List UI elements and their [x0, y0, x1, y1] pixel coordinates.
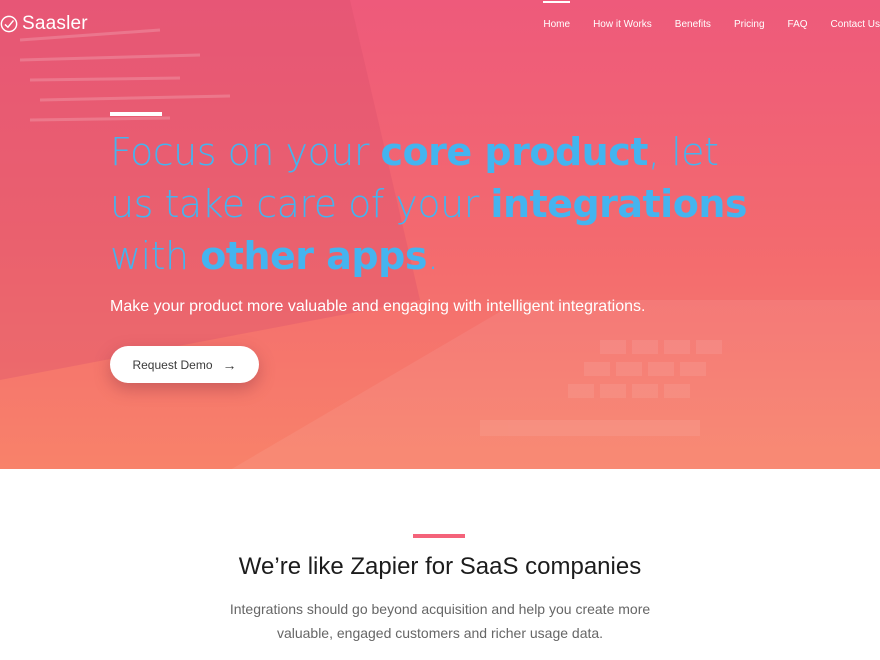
headline-emphasis-integrations: integrations [490, 182, 747, 226]
headline-emphasis-other-apps: other apps [200, 234, 427, 278]
nav-item-benefits[interactable]: Benefits [675, 19, 711, 30]
about-section: We’re like Zapier for SaaS companies Int… [0, 469, 880, 660]
arrow-right-icon: → [222, 356, 237, 373]
hero-accent-rule [110, 112, 162, 116]
hero-headline: Focus on your core product, let us take … [110, 126, 770, 282]
nav-item-contact-us[interactable]: Contact Us [831, 19, 880, 30]
section-accent-rule [413, 534, 465, 538]
brand-name: Saasler [22, 13, 88, 34]
nav-item-how-it-works[interactable]: How it Works [593, 19, 652, 30]
top-navigation: Saasler Home How it Works Benefits Prici… [0, 0, 880, 48]
hero-subtitle: Make your product more valuable and enga… [110, 298, 646, 315]
headline-emphasis-core-product: core product [380, 130, 649, 174]
request-demo-label: Request Demo [132, 357, 213, 372]
section-title: We’re like Zapier for SaaS companies [238, 553, 642, 580]
headline-part: with [110, 234, 201, 278]
nav-menu: Home How it Works Benefits Pricing FAQ C… [520, 0, 880, 48]
nav-item-faq[interactable]: FAQ [788, 19, 808, 30]
check-circle-icon [0, 15, 18, 33]
headline-part: Focus on your [110, 130, 381, 174]
nav-item-home[interactable]: Home [543, 0, 570, 30]
request-demo-button[interactable]: Request Demo → [110, 346, 259, 383]
nav-item-pricing[interactable]: Pricing [734, 19, 765, 30]
headline-part: . [426, 234, 439, 278]
hero-section: Saasler Home How it Works Benefits Prici… [0, 0, 880, 469]
brand-logo[interactable]: Saasler [0, 10, 88, 38]
section-description: Integrations should go beyond acquisitio… [229, 601, 651, 641]
